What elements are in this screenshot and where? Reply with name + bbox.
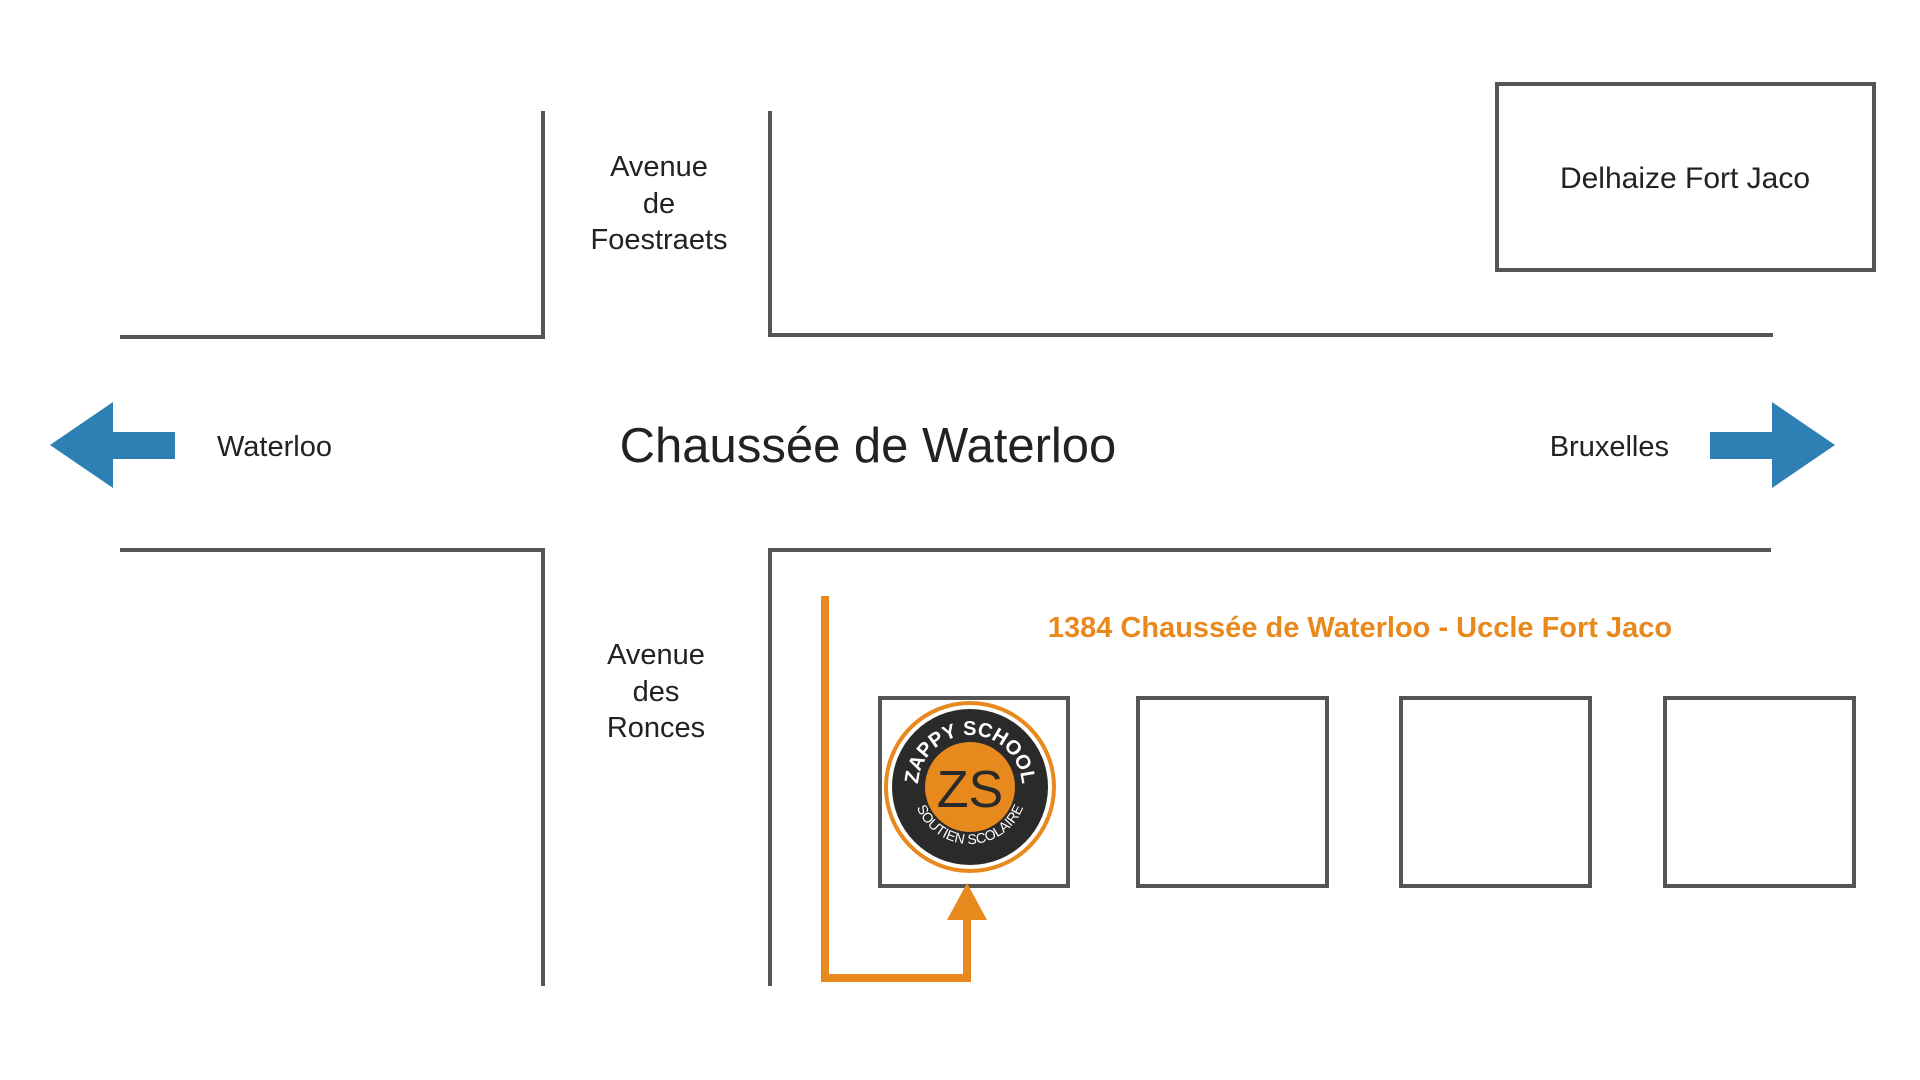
school-location-map: Delhaize Fort Jaco Avenue de Foestraets … (50, 82, 1876, 986)
avenue-south-line-3: Ronces (607, 712, 705, 744)
main-street-label: Chaussée de Waterloo (620, 419, 1117, 473)
storefront-2 (1136, 696, 1329, 888)
zappy-school-logo: ZAPPY SCHOOL SOUTIEN SCOLAIRE ZS (884, 701, 1056, 873)
avenue-north-line-1: Avenue (610, 151, 708, 183)
storefront-4 (1663, 696, 1856, 888)
arrow-right-icon (1710, 402, 1835, 488)
avenue-south-label: Avenue des Ronces (607, 639, 705, 744)
avenue-north-label: Avenue de Foestraets (591, 151, 728, 256)
avenue-north-line-2: de (643, 188, 675, 220)
avenue-north-line-3: Foestraets (591, 224, 728, 256)
right-direction-label: Bruxelles (1550, 431, 1669, 463)
landmark-label: Delhaize Fort Jaco (1560, 162, 1810, 195)
address-label: 1384 Chaussée de Waterloo - Uccle Fort J… (1048, 612, 1672, 644)
left-direction-label: Waterloo (217, 431, 332, 463)
logo-monogram: ZS (937, 761, 1003, 819)
street-edge-south-west (120, 548, 545, 986)
arrow-up-icon (947, 883, 987, 920)
avenue-south-line-1: Avenue (607, 639, 705, 671)
street-edge-north-west (120, 111, 545, 339)
street-edge-north-east (768, 111, 1773, 337)
storefront-3 (1399, 696, 1592, 888)
avenue-south-line-2: des (633, 676, 680, 708)
arrow-left-icon (50, 402, 175, 488)
